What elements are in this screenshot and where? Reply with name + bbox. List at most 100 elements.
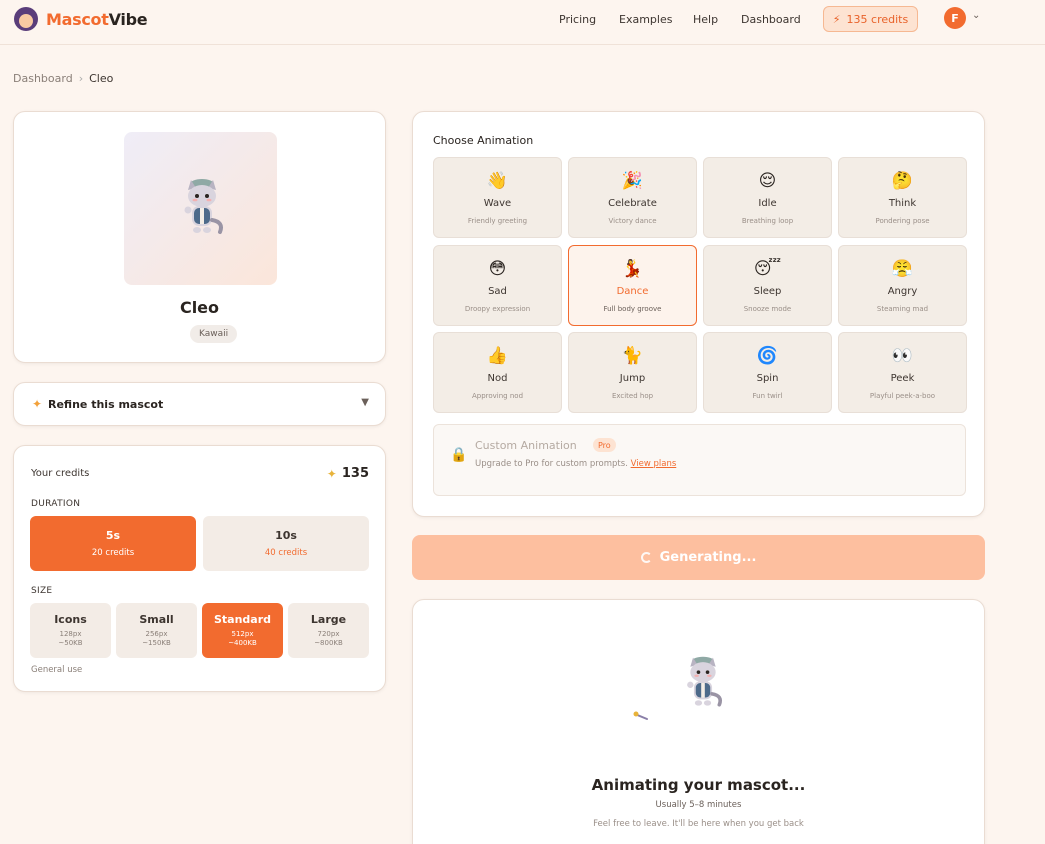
breadcrumb-separator: › xyxy=(78,72,84,85)
animation-option-nod[interactable]: 👍 Nod Approving nod xyxy=(433,332,562,413)
caret-down-icon[interactable]: ▼ xyxy=(361,397,369,408)
size-px: 720px xyxy=(317,630,340,638)
refine-label: Refine this mascot xyxy=(48,398,164,411)
progress-title: Animating your mascot... xyxy=(591,776,806,794)
size-kb: ~400KB xyxy=(228,639,257,647)
animation-option-jump[interactable]: 🐈 Jump Excited hop xyxy=(568,332,697,413)
mascot-image xyxy=(124,132,277,285)
size-small-button[interactable]: Small 256px ~150KB xyxy=(116,603,197,658)
animation-option-sleep[interactable]: 😴 Sleep Snooze mode xyxy=(703,245,832,326)
animation-option-desc: Excited hop xyxy=(611,392,654,400)
animation-option-label: Angry xyxy=(887,286,918,297)
animation-option-dance[interactable]: 💃 Dance Full body groove xyxy=(568,245,697,326)
breadcrumb: Dashboard › Cleo xyxy=(13,72,113,85)
animation-option-peek[interactable]: 👀 Peek Playful peek-a-boo xyxy=(838,332,967,413)
nav-help[interactable]: Help xyxy=(693,13,718,26)
animation-option-label: Think xyxy=(888,198,917,209)
size-standard-button[interactable]: Standard 512px ~400KB xyxy=(202,603,283,658)
size-label: SIZE xyxy=(31,586,53,596)
lightning-icon: ⚡ xyxy=(832,12,841,26)
progress-subtitle: Usually 5–8 minutes xyxy=(655,800,742,810)
mascot-logo-icon xyxy=(14,7,38,31)
animation-card: Choose Animation 👋 Wave Friendly greeting 🎉… xyxy=(412,111,985,517)
animation-option-spin[interactable]: 🌀 Spin Fun twirl xyxy=(703,332,832,413)
eyes-icon: 👀 xyxy=(891,346,914,366)
view-plans-link[interactable]: View plans xyxy=(631,459,677,469)
lock-icon: 🔒 xyxy=(450,447,468,463)
generate-label: Generating... xyxy=(659,550,757,565)
progress-note: Feel free to leave. It'll be here when y… xyxy=(593,819,804,829)
size-kb: ~150KB xyxy=(142,639,171,647)
top-header: MascotVibe Pricing Examples Help Dashboa… xyxy=(0,0,1045,45)
nav-dashboard[interactable]: Dashboard xyxy=(741,13,801,26)
animation-option-wave[interactable]: 👋 Wave Friendly greeting xyxy=(433,157,562,238)
mascot-cat-illustration xyxy=(176,176,228,240)
brand-name-part1: Mascot xyxy=(46,9,109,29)
animation-option-label: Celebrate xyxy=(608,198,657,209)
duration-10s-button[interactable]: 10s 40 credits xyxy=(203,516,369,571)
animation-option-label: Jump xyxy=(619,373,646,384)
animation-option-think[interactable]: 🤔 Think Pondering pose xyxy=(838,157,967,238)
size-name: Large xyxy=(310,613,347,626)
animation-option-desc: Playful peek-a-boo xyxy=(869,392,936,400)
animation-option-label: Wave xyxy=(483,198,512,209)
nav-pricing[interactable]: Pricing xyxy=(559,13,596,26)
nav-examples[interactable]: Examples xyxy=(619,13,672,26)
thinking-face-icon: 🤔 xyxy=(891,171,914,191)
animation-option-sad[interactable]: 😳 Sad Droopy expression xyxy=(433,245,562,326)
size-px: 256px xyxy=(145,630,168,638)
cyclone-icon: 🌀 xyxy=(756,346,779,366)
credits-pill[interactable]: ⚡ 135 credits xyxy=(823,6,918,32)
upgrade-text: Upgrade to Pro for custom prompts. xyxy=(475,459,628,469)
animation-option-label: Dance xyxy=(616,286,649,297)
animation-option-desc: Pondering pose xyxy=(875,217,930,225)
mascot-card: Cleo Kawaii xyxy=(13,111,386,363)
sparkles-icon: ✦ xyxy=(32,397,43,411)
breadcrumb-current: Cleo xyxy=(89,72,114,85)
animation-option-label: Nod xyxy=(487,373,508,384)
credits-pill-label: 135 credits xyxy=(846,12,909,26)
credits-balance: ✦ 135 xyxy=(327,466,369,481)
custom-animation-desc: Upgrade to Pro for custom prompts. View … xyxy=(475,459,676,469)
mascot-name: Cleo xyxy=(179,298,220,317)
duration-cost-5s: 20 credits xyxy=(91,548,135,558)
custom-animation-box: 🔒 Custom Animation Pro Upgrade to Pro fo… xyxy=(433,424,966,496)
size-px: 512px xyxy=(231,630,254,638)
size-kb: ~50KB xyxy=(58,639,83,647)
animation-option-angry[interactable]: 😤 Angry Steaming mad xyxy=(838,245,967,326)
animation-option-desc: Friendly greeting xyxy=(467,217,528,225)
pro-badge: Pro xyxy=(593,438,616,452)
refine-mascot-toggle[interactable]: ✦ Refine this mascot ▼ xyxy=(13,382,386,426)
sleeping-face-icon: 😴 xyxy=(753,259,782,279)
animation-option-desc: Fun twirl xyxy=(752,392,783,400)
coin-icon: ✦ xyxy=(326,466,337,481)
breadcrumb-dashboard[interactable]: Dashboard xyxy=(13,72,73,85)
size-kb: ~800KB xyxy=(314,639,343,647)
animation-option-idle[interactable]: 😌 Idle Breathing loop xyxy=(703,157,832,238)
animation-option-desc: Snooze mode xyxy=(743,305,792,313)
animation-option-label: Spin xyxy=(756,373,779,384)
duration-label: DURATION xyxy=(31,499,81,509)
size-icons-button[interactable]: Icons 128px ~50KB xyxy=(30,603,111,658)
brand-name: MascotVibe xyxy=(46,9,148,29)
party-popper-icon: 🎉 xyxy=(621,171,644,191)
duration-label-5s: 5s xyxy=(105,529,121,542)
relieved-face-icon: 😌 xyxy=(758,171,777,191)
chevron-down-icon[interactable]: ⌄ xyxy=(972,10,980,21)
size-name: Icons xyxy=(54,613,87,626)
animation-option-desc: Approving nod xyxy=(471,392,524,400)
duration-5s-button[interactable]: 5s 20 credits xyxy=(30,516,196,571)
credits-title: Your credits xyxy=(31,468,90,479)
size-name: Standard xyxy=(213,613,272,626)
steaming-face-icon: 😤 xyxy=(891,259,914,279)
brand-logo[interactable]: MascotVibe xyxy=(14,7,148,31)
size-large-button[interactable]: Large 720px ~800KB xyxy=(288,603,369,658)
cat-icon: 🐈 xyxy=(621,346,644,366)
user-avatar[interactable]: F xyxy=(944,7,966,29)
animation-option-celebrate[interactable]: 🎉 Celebrate Victory dance xyxy=(568,157,697,238)
custom-animation-title: Custom Animation xyxy=(475,439,577,452)
animation-option-desc: Steaming mad xyxy=(876,305,929,313)
credits-value: 135 xyxy=(341,466,369,481)
generate-button[interactable]: Generating... xyxy=(412,535,985,580)
animation-option-label: Peek xyxy=(890,373,915,384)
